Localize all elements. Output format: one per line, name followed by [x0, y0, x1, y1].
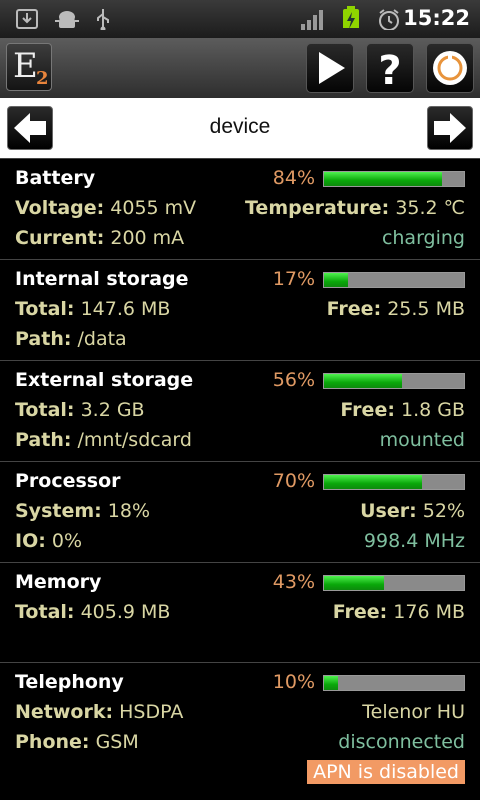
android-debug-icon — [55, 11, 79, 28]
telephony-section[interactable]: Telephony 10% Network: HSDPA Telenor HU … — [0, 662, 480, 800]
play-icon — [319, 52, 345, 84]
progress-bar — [323, 675, 465, 691]
field-value: 200 mA — [110, 227, 185, 249]
operator-text: Telenor HU — [362, 701, 465, 723]
external-storage-section[interactable]: External storage 56% Total: 3.2 GB Free:… — [0, 360, 480, 461]
power-button[interactable] — [426, 43, 474, 93]
bar-fill — [324, 374, 403, 388]
field-label: Path: — [15, 328, 72, 350]
toolbar: E 2 ? — [0, 38, 480, 98]
field-value: 3.2 GB — [80, 399, 145, 421]
clock: 15:22 — [403, 6, 470, 30]
field-label: Phone: — [15, 731, 90, 753]
field-label: System: — [15, 500, 102, 522]
field-label: User: — [360, 500, 417, 522]
field-label: Total: — [15, 298, 75, 320]
field-value: /data — [77, 328, 127, 350]
percent-text: 10% — [272, 671, 315, 693]
svg-text:?: ? — [378, 48, 401, 92]
field-value: 405.9 MB — [80, 601, 171, 623]
memory-section[interactable]: Memory 43% Total: 405.9 MB Free: 176 MB — [0, 562, 480, 662]
battery-charging-icon — [343, 6, 359, 28]
bar-fill — [324, 576, 385, 590]
status-text: mounted — [379, 429, 465, 451]
field-label: Current: — [15, 227, 105, 249]
forward-button[interactable] — [427, 106, 473, 150]
apn-status-badge[interactable]: APN is disabled — [307, 760, 465, 784]
field-label: Path: — [15, 429, 72, 451]
progress-bar — [323, 474, 465, 490]
section-title: Battery — [15, 167, 96, 189]
field-value: /mnt/sdcard — [77, 429, 192, 451]
section-title: Telephony — [15, 671, 124, 693]
field-value: 0% — [51, 530, 83, 552]
field-label: IO: — [15, 530, 46, 552]
field-label: Network: — [15, 701, 114, 723]
field-value: 35.2 ℃ — [395, 197, 465, 219]
field-label: Total: — [15, 601, 75, 623]
section-title: External storage — [15, 369, 194, 391]
bar-fill — [324, 172, 442, 186]
arrow-right-icon — [434, 113, 466, 143]
percent-text: 56% — [272, 369, 315, 391]
section-title: Memory — [15, 571, 102, 593]
field-value: 4055 mV — [110, 197, 197, 219]
download-icon — [16, 9, 38, 29]
percent-text: 84% — [272, 167, 315, 189]
field-value: GSM — [95, 731, 139, 753]
help-button[interactable]: ? — [366, 43, 414, 94]
field-label: Temperature: — [245, 197, 390, 219]
bar-fill — [324, 273, 348, 287]
battery-section[interactable]: Battery 84% Voltage: 4055 mV Temperature… — [0, 158, 480, 259]
field-label: Total: — [15, 399, 75, 421]
percent-text: 70% — [272, 470, 315, 492]
field-value: 52% — [422, 500, 465, 522]
percent-text: 17% — [272, 268, 315, 290]
page-title: device — [209, 115, 271, 138]
field-label: Free: — [326, 298, 382, 320]
help-icon: ? — [378, 48, 401, 94]
field-value: 176 MB — [393, 601, 465, 623]
progress-bar — [323, 171, 465, 187]
usb-icon — [97, 9, 109, 30]
status-text: charging — [381, 227, 465, 249]
app-logo[interactable]: E 2 — [6, 43, 52, 91]
logo-subscript: 2 — [36, 68, 49, 89]
field-label: Free: — [340, 399, 395, 421]
field-value: 18% — [107, 500, 151, 522]
section-title: Processor — [15, 470, 121, 492]
signal-icon — [301, 10, 323, 30]
field-label: Free: — [332, 601, 388, 623]
processor-section[interactable]: Processor 70% System: 18% User: 52% IO: … — [0, 461, 480, 562]
field-label: Voltage: — [15, 197, 105, 219]
percent-text: 43% — [272, 571, 315, 593]
play-button[interactable] — [306, 43, 354, 93]
progress-bar — [323, 373, 465, 389]
progress-bar — [323, 575, 465, 591]
bar-fill — [324, 475, 422, 489]
progress-bar — [323, 272, 465, 288]
field-value: 25.5 MB — [387, 298, 465, 320]
field-value: HSDPA — [119, 701, 184, 723]
field-value: 147.6 MB — [80, 298, 171, 320]
field-value: 1.8 GB — [400, 399, 465, 421]
power-icon — [433, 51, 467, 85]
internal-storage-section[interactable]: Internal storage 17% Total: 147.6 MB Fre… — [0, 259, 480, 360]
bar-fill — [324, 676, 338, 690]
nav-bar: device — [0, 98, 480, 158]
frequency-text: 998.4 MHz — [363, 530, 465, 552]
alarm-icon — [379, 9, 399, 30]
status-text: disconnected — [338, 731, 465, 753]
section-title: Internal storage — [15, 268, 189, 290]
status-bar: 15:22 — [0, 0, 480, 38]
logo-letter: E — [13, 46, 38, 86]
